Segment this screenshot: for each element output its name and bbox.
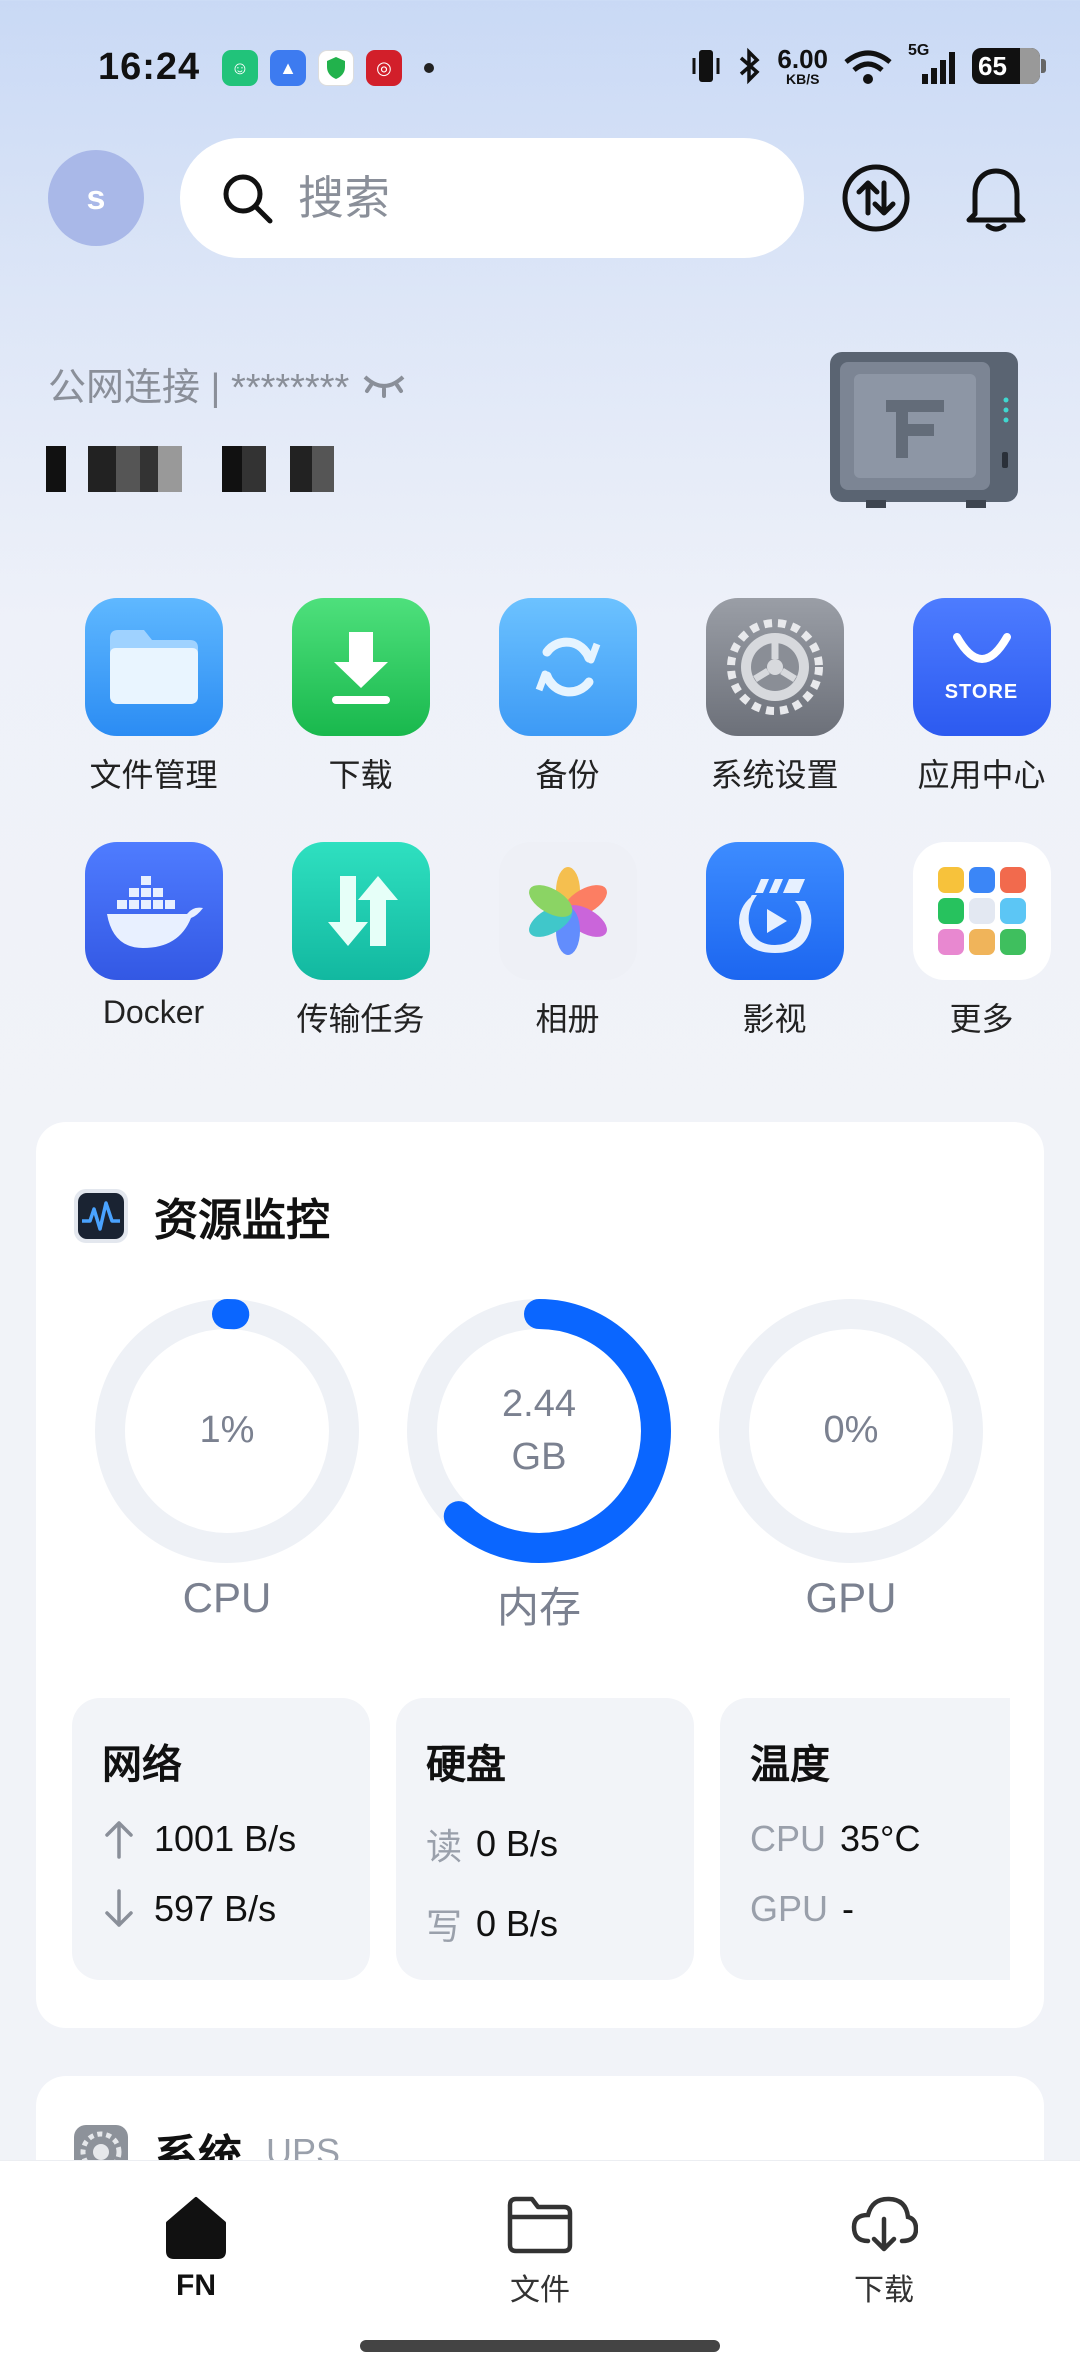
wifi-icon [844, 50, 892, 84]
network-up-value: 1001 B/s [154, 1818, 297, 1859]
video-play-icon [705, 842, 844, 980]
app-video[interactable]: 影视 [671, 842, 878, 1040]
app-photos[interactable]: 相册 [464, 842, 671, 1040]
cpu-label: CPU [182, 1574, 272, 1621]
nas-device-illustration [830, 352, 1018, 508]
photos-flower-icon [498, 842, 637, 980]
search-icon [223, 174, 273, 224]
connection-status: 公网连接 | ******** [48, 356, 407, 411]
network-speed: 6.00 KB/S [777, 44, 828, 87]
temp-cpu-label: CPU [750, 1818, 827, 1859]
battery-icon: 65 [972, 48, 1046, 84]
nav-download[interactable]: 下载 [784, 2195, 984, 2309]
arrow-down-icon [105, 1889, 133, 1927]
status-notification-icons: ☺ ▲ ◎ [222, 50, 434, 86]
security-shield-icon [318, 50, 354, 86]
monitor-pulse-icon [74, 1189, 128, 1243]
cpu-gauge: 1% CPU [92, 1296, 362, 1621]
temp-gpu-value: - [842, 1888, 855, 1929]
status-bar: 16:24 ☺ ▲ ◎ 6.00 KB/S 5G 65 [0, 40, 1080, 96]
nav-files[interactable]: 文件 [440, 2195, 640, 2309]
app-system-settings[interactable]: 系统设置 [671, 598, 878, 796]
app-store-icon: STORE [912, 598, 1051, 736]
address-redacted [46, 446, 334, 492]
home-indicator[interactable] [360, 2340, 720, 2352]
network-down-value: 597 B/s [154, 1888, 277, 1929]
download-icon [291, 598, 430, 736]
notifications-button[interactable] [956, 158, 1036, 238]
app-grid: 文件管理 下载 备份 系统设置 STORE 应用中心 Docker 传输任务 相… [50, 598, 1051, 1040]
app-app-center[interactable]: STORE 应用中心 [878, 598, 1080, 796]
temperature-stat[interactable]: 温度 CPU 35°C GPU - [720, 1698, 1010, 1980]
memory-value: 2.44 [502, 1382, 576, 1425]
cpu-value: 1% [199, 1409, 255, 1452]
folder-outline-icon [507, 2196, 573, 2254]
search-bar[interactable] [180, 138, 804, 258]
bluetooth-icon [740, 47, 760, 85]
app-more[interactable]: 更多 [878, 842, 1080, 1040]
status-time: 16:24 [98, 46, 201, 88]
disk-read-value: 0 B/s [476, 1823, 559, 1864]
network-stat[interactable]: 网络 1001 B/s 597 B/s [72, 1698, 370, 1980]
map-app-icon: ▲ [270, 50, 306, 86]
app-download[interactable]: 下载 [257, 598, 464, 796]
cellular-signal-icon: 5G [908, 42, 958, 86]
resource-monitor-card[interactable]: 资源监控 1% CPU 2.44 GB 内存 0% GPU 网络 1001 B/… [36, 1122, 1044, 2028]
disk-write-value: 0 B/s [476, 1903, 559, 1944]
app-backup[interactable]: 备份 [464, 598, 671, 796]
folder-icon [84, 598, 223, 736]
eye-closed-icon[interactable] [361, 369, 407, 399]
disk-stat[interactable]: 硬盘 读 0 B/s 写 0 B/s [396, 1698, 694, 1980]
backup-icon [498, 598, 637, 736]
avatar[interactable]: s [48, 150, 144, 246]
docker-whale-icon [84, 842, 223, 980]
settings-gear-icon [705, 598, 844, 736]
temp-gpu-label: GPU [750, 1888, 829, 1929]
vibrate-icon [692, 50, 720, 82]
connection-label: 公网连接 | ******** [48, 367, 350, 409]
gpu-value: 0% [823, 1409, 879, 1452]
transfer-status-button[interactable] [836, 158, 916, 238]
usage-rings: 1% CPU 2.44 GB 内存 0% GPU [92, 1296, 1032, 1631]
gpu-gauge: 0% GPU [716, 1296, 986, 1621]
arrow-up-icon [105, 1821, 133, 1859]
nav-home[interactable]: FN [96, 2195, 296, 2303]
mi-home-icon: ☺ [222, 50, 258, 86]
home-icon [166, 2197, 226, 2259]
search-input[interactable] [298, 171, 738, 225]
up-down-arrows-icon [842, 164, 910, 232]
gpu-label: GPU [805, 1574, 897, 1621]
more-notifications-dot [424, 63, 434, 73]
status-right: 6.00 KB/S 5G 65 [689, 42, 1046, 87]
memory-unit: GB [511, 1436, 567, 1478]
memory-label: 内存 [496, 1584, 581, 1631]
cloud-download-icon [851, 2196, 918, 2252]
red-app-icon: ◎ [366, 50, 402, 86]
app-file-manager[interactable]: 文件管理 [50, 598, 257, 796]
card-title: 资源监控 [72, 1184, 330, 1248]
more-grid-icon [912, 842, 1051, 980]
app-docker[interactable]: Docker [50, 842, 257, 1040]
disk-write-label: 写 [426, 1906, 463, 1947]
memory-gauge: 2.44 GB 内存 [404, 1296, 674, 1631]
disk-read-label: 读 [426, 1826, 463, 1867]
bell-icon [966, 168, 1026, 232]
app-transfer-tasks[interactable]: 传输任务 [257, 842, 464, 1040]
transfer-icon [291, 842, 430, 980]
temp-cpu-value: 35°C [840, 1818, 921, 1859]
